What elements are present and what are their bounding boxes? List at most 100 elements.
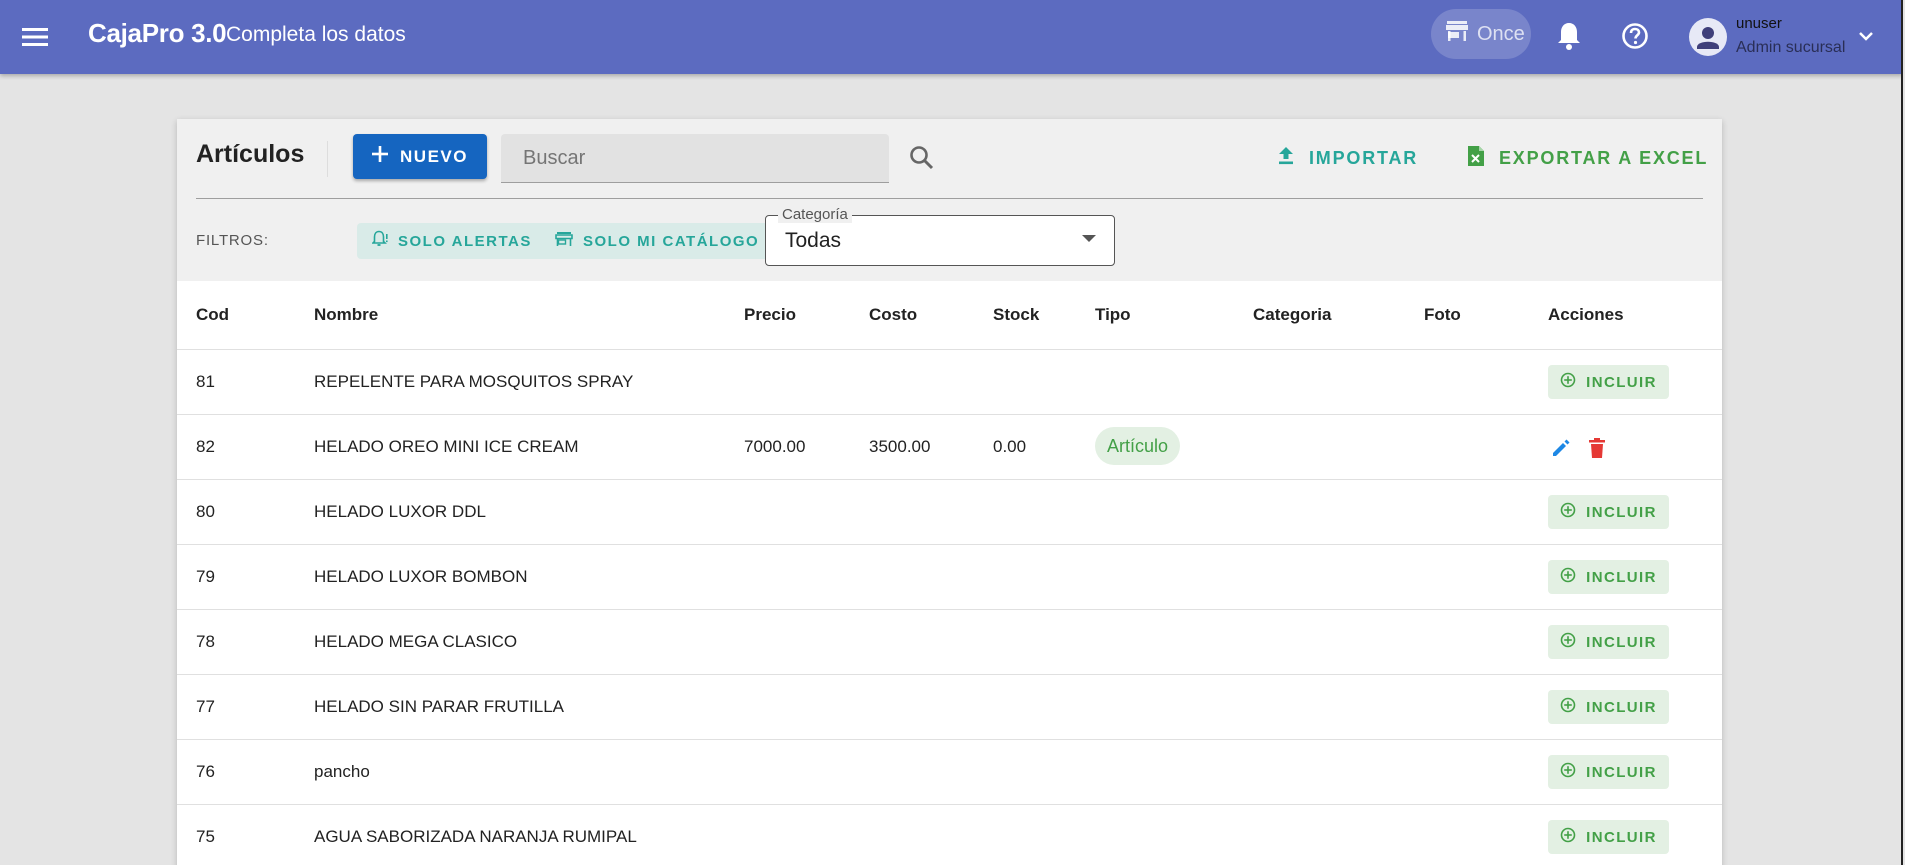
cell-nombre: HELADO LUXOR DDL	[314, 502, 486, 521]
include-button[interactable]: INCLUIR	[1548, 690, 1669, 724]
col-cod[interactable]: Cod	[196, 305, 229, 325]
cell-nombre: HELADO LUXOR BOMBON	[314, 567, 528, 586]
type-badge: Artículo	[1095, 427, 1181, 465]
plus-circle-icon	[1560, 502, 1576, 522]
cell-nombre: REPELENTE PARA MOSQUITOS SPRAY	[314, 372, 634, 391]
help-icon[interactable]	[1615, 16, 1655, 56]
include-button[interactable]: INCLUIR	[1548, 625, 1669, 659]
card-header: Artículos NUEVO IMPORTAR	[177, 119, 1722, 281]
user-role: Admin sucursal	[1736, 39, 1846, 56]
only-alerts-label: SOLO ALERTAS	[398, 232, 532, 250]
bell-alert-icon	[371, 230, 388, 252]
store-outline-icon	[555, 231, 573, 251]
table-row[interactable]: 78 HELADO MEGA CLASICO INCLUIR	[177, 610, 1722, 675]
export-excel-button[interactable]: EXPORTAR A EXCEL	[1467, 141, 1708, 175]
cell-cod: 82	[196, 437, 215, 456]
cell-cod: 77	[196, 697, 215, 716]
excel-file-icon	[1467, 145, 1485, 172]
table-body: 81 REPELENTE PARA MOSQUITOS SPRAY INCLUIR 8…	[177, 350, 1722, 865]
include-button[interactable]: INCLUIR	[1548, 495, 1669, 529]
table-row[interactable]: 80 HELADO LUXOR DDL INCLUIR	[177, 480, 1722, 545]
branch-selector[interactable]: Once	[1431, 9, 1531, 59]
cell-cod: 80	[196, 502, 215, 521]
cell-cod: 76	[196, 762, 215, 781]
search-field[interactable]	[501, 134, 889, 183]
include-label: INCLUIR	[1586, 828, 1657, 846]
category-value: Todas	[785, 229, 842, 252]
col-precio[interactable]: Precio	[744, 305, 796, 325]
app-window: CajaPro 3.0 Completa los datos Once unus…	[0, 0, 1903, 865]
plus-circle-icon	[1560, 567, 1576, 587]
cell-nombre: pancho	[314, 762, 370, 781]
cell-nombre: HELADO MEGA CLASICO	[314, 632, 518, 651]
chevron-down-icon[interactable]	[1852, 22, 1880, 50]
cell-cod: 81	[196, 372, 215, 391]
cell-stock: 0.00	[993, 437, 1027, 456]
new-article-button[interactable]: NUEVO	[353, 134, 487, 179]
app-bar: CajaPro 3.0 Completa los datos Once unus…	[0, 0, 1903, 74]
col-tipo[interactable]: Tipo	[1095, 305, 1131, 325]
col-stock[interactable]: Stock	[993, 305, 1039, 325]
include-label: INCLUIR	[1586, 763, 1657, 781]
cell-nombre: HELADO OREO MINI ICE CREAM	[314, 437, 579, 456]
table-row[interactable]: 77 HELADO SIN PARAR FRUTILLA INCLUIR	[177, 675, 1722, 740]
new-article-label: NUEVO	[400, 146, 468, 166]
articles-card: Artículos NUEVO IMPORTAR	[177, 119, 1722, 865]
articles-table: Cod Nombre Precio Costo Stock Tipo Categ…	[177, 281, 1722, 865]
col-foto[interactable]: Foto	[1424, 305, 1461, 325]
cell-cod: 78	[196, 632, 215, 651]
notifications-bell-icon[interactable]	[1549, 16, 1589, 56]
table-row[interactable]: 76 pancho INCLUIR	[177, 740, 1722, 805]
col-categoria[interactable]: Categoria	[1253, 305, 1331, 325]
table-row[interactable]: 81 REPELENTE PARA MOSQUITOS SPRAY INCLUIR	[177, 350, 1722, 415]
search-icon[interactable]	[908, 144, 936, 172]
table-header: Cod Nombre Precio Costo Stock Tipo Categ…	[177, 281, 1722, 350]
col-costo[interactable]: Costo	[869, 305, 917, 325]
include-button[interactable]: INCLUIR	[1548, 820, 1669, 854]
dropdown-caret-icon	[1082, 235, 1096, 242]
table-row[interactable]: 82 HELADO OREO MINI ICE CREAM 7000.00 3500.…	[177, 415, 1722, 480]
menu-icon[interactable]	[18, 20, 52, 54]
import-label: IMPORTAR	[1309, 147, 1419, 168]
import-button[interactable]: IMPORTAR	[1277, 141, 1418, 175]
include-label: INCLUIR	[1586, 503, 1657, 521]
app-title: CajaPro 3.0	[88, 18, 227, 48]
include-button[interactable]: INCLUIR	[1548, 365, 1669, 399]
col-nombre[interactable]: Nombre	[314, 305, 378, 325]
store-icon	[1445, 20, 1469, 48]
cell-nombre: HELADO SIN PARAR FRUTILLA	[314, 697, 565, 716]
search-input[interactable]	[521, 145, 889, 171]
only-my-catalog-label: SOLO MI CATÁLOGO	[583, 232, 760, 250]
include-button[interactable]: INCLUIR	[1548, 560, 1669, 594]
page-title: Artículos	[196, 140, 305, 168]
cell-cod: 75	[196, 827, 215, 846]
plus-circle-icon	[1560, 762, 1576, 782]
branch-name: Once	[1477, 22, 1525, 45]
delete-trash-icon[interactable]	[1584, 435, 1610, 461]
filters-label: FILTROS:	[196, 232, 269, 249]
table-row[interactable]: 79 HELADO LUXOR BOMBON INCLUIR	[177, 545, 1722, 610]
include-label: INCLUIR	[1586, 633, 1657, 651]
title-divider	[327, 141, 328, 177]
plus-circle-icon	[1560, 372, 1576, 392]
edit-pencil-icon[interactable]	[1548, 435, 1574, 461]
include-button[interactable]: INCLUIR	[1548, 755, 1669, 789]
table-row[interactable]: 75 AGUA SABORIZADA NARANJA RUMIPAL INCLUIR	[177, 805, 1722, 865]
only-alerts-filter[interactable]: SOLO ALERTAS	[357, 223, 547, 259]
plus-circle-icon	[1560, 632, 1576, 652]
upload-icon	[1277, 146, 1295, 171]
cell-costo: 3500.00	[869, 437, 931, 456]
window-edge	[1901, 0, 1903, 865]
avatar[interactable]	[1689, 18, 1727, 56]
include-label: INCLUIR	[1586, 698, 1657, 716]
category-select[interactable]: Categoría Todas	[765, 206, 1115, 266]
include-label: INCLUIR	[1586, 373, 1657, 391]
plus-circle-icon	[1560, 827, 1576, 847]
cell-cod: 79	[196, 567, 215, 586]
export-label: EXPORTAR A EXCEL	[1499, 147, 1709, 168]
include-label: INCLUIR	[1586, 568, 1657, 586]
plus-icon	[372, 146, 389, 167]
app-subtitle: Completa los datos	[226, 23, 406, 46]
only-my-catalog-filter[interactable]: SOLO MI CATÁLOGO	[540, 223, 775, 259]
user-name: unuser	[1736, 15, 1782, 32]
